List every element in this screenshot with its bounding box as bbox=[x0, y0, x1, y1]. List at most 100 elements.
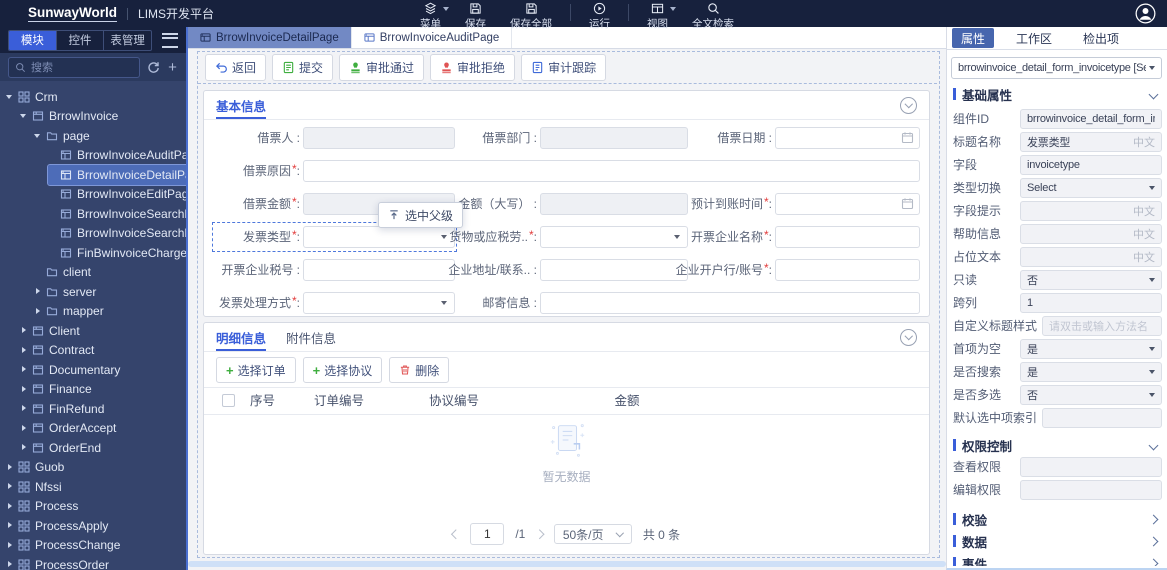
tree-item[interactable]: FinBwinvoiceChargeDetailPage bbox=[48, 243, 186, 263]
tree-item[interactable]: BrrowInvoiceDetailPage bbox=[46, 164, 186, 186]
header-action-save[interactable]: 保存 bbox=[465, 2, 486, 31]
property-input[interactable] bbox=[1020, 456, 1162, 477]
detail-button-plus-0[interactable]: 选择订单 bbox=[216, 357, 296, 383]
tree-item[interactable]: ProcessChange bbox=[6, 536, 128, 556]
expand-caret-icon[interactable] bbox=[34, 131, 43, 141]
property-input[interactable] bbox=[1042, 407, 1162, 428]
tree-item[interactable]: Guob bbox=[6, 458, 72, 478]
expand-caret-icon[interactable] bbox=[20, 365, 29, 375]
tab-attachment-info[interactable]: 附件信息 bbox=[286, 323, 336, 351]
expand-caret-icon[interactable] bbox=[6, 501, 15, 511]
select-parent-tooltip[interactable]: 选中父级 bbox=[378, 202, 464, 228]
property-input[interactable]: 中文 bbox=[1020, 200, 1162, 221]
add-icon[interactable] bbox=[167, 61, 178, 74]
expand-caret-icon[interactable] bbox=[6, 540, 15, 550]
toolbar-button-reject[interactable]: 审批拒绝 bbox=[430, 54, 516, 81]
expand-caret-icon[interactable] bbox=[20, 345, 29, 355]
select-field[interactable] bbox=[303, 292, 455, 314]
select-field[interactable] bbox=[540, 226, 688, 248]
tree-search-input[interactable]: 搜索 bbox=[8, 56, 140, 78]
expand-caret-icon[interactable] bbox=[6, 560, 15, 570]
expand-caret-icon[interactable] bbox=[6, 92, 15, 102]
tree-item[interactable]: Crm bbox=[6, 87, 66, 107]
section-header[interactable]: 基础属性 bbox=[953, 84, 1162, 104]
property-select[interactable]: 是 bbox=[1020, 338, 1162, 359]
property-input[interactable]: 1 bbox=[1020, 292, 1162, 313]
date-field[interactable] bbox=[775, 127, 920, 149]
tree-item[interactable]: Process bbox=[6, 497, 86, 517]
current-page-input[interactable]: 1 bbox=[470, 523, 505, 545]
tree-item[interactable]: OrderAccept bbox=[20, 419, 124, 439]
property-select[interactable]: 是 bbox=[1020, 361, 1162, 382]
select-all-checkbox[interactable] bbox=[222, 394, 235, 407]
expand-caret-icon[interactable] bbox=[20, 111, 29, 121]
tree-item[interactable]: ProcessOrder bbox=[6, 555, 117, 570]
toolbar-button-submit[interactable]: 提交 bbox=[272, 54, 334, 81]
section-header[interactable]: 数据 bbox=[953, 531, 1162, 551]
next-page-icon[interactable] bbox=[534, 529, 545, 539]
expand-caret-icon[interactable] bbox=[34, 287, 43, 297]
tree-item[interactable]: OrderEnd bbox=[20, 438, 109, 458]
sidebar-tab-2[interactable]: 表管理 bbox=[104, 31, 151, 50]
property-input[interactable]: 请双击或输入方法名 bbox=[1042, 315, 1162, 336]
tree-item[interactable]: ProcessApply bbox=[6, 516, 116, 536]
text-field[interactable] bbox=[775, 226, 920, 248]
property-input[interactable] bbox=[1020, 479, 1162, 500]
tree-item[interactable]: BrrowInvoiceAuditPage bbox=[48, 146, 186, 166]
property-input[interactable]: 发票类型 中文 bbox=[1020, 131, 1162, 152]
expand-caret-icon[interactable] bbox=[20, 384, 29, 394]
detail-button-plus-1[interactable]: 选择协议 bbox=[302, 357, 383, 383]
tab-detail-info[interactable]: 明细信息 bbox=[216, 323, 267, 351]
tree-item[interactable]: mapper bbox=[34, 302, 112, 322]
tree-item[interactable]: client bbox=[34, 263, 99, 283]
tree-item[interactable]: Nfssi bbox=[6, 477, 70, 497]
expand-caret-icon[interactable] bbox=[20, 404, 29, 414]
inspector-tab-0[interactable]: 属性 bbox=[952, 28, 995, 48]
hamburger-menu-icon[interactable] bbox=[162, 32, 178, 48]
text-field[interactable] bbox=[303, 259, 455, 281]
tree-item[interactable]: Documentary bbox=[20, 360, 128, 380]
inspector-tab-1[interactable]: 工作区 bbox=[1007, 28, 1061, 48]
expand-caret-icon[interactable] bbox=[6, 521, 15, 531]
editor-tab[interactable]: BrrowInvoiceDetailPage bbox=[188, 27, 352, 48]
header-action-search[interactable]: 全文检索 bbox=[692, 2, 734, 31]
property-select[interactable]: 否 bbox=[1020, 384, 1162, 405]
header-action-run[interactable]: 运行 bbox=[589, 2, 610, 31]
prev-page-icon[interactable] bbox=[451, 529, 461, 539]
property-select[interactable]: Select bbox=[1020, 177, 1162, 198]
date-field[interactable] bbox=[775, 193, 920, 215]
sidebar-tab-0[interactable]: 模块 bbox=[9, 30, 57, 50]
property-input[interactable]: 中文 bbox=[1020, 223, 1162, 244]
text-field[interactable] bbox=[540, 127, 688, 149]
property-input[interactable]: 中文 bbox=[1020, 246, 1162, 267]
expand-caret-icon[interactable] bbox=[20, 326, 29, 336]
section-header[interactable]: 事件 bbox=[953, 553, 1162, 566]
header-action-view[interactable]: 视图 bbox=[647, 2, 676, 31]
tab-basic-info[interactable]: 基本信息 bbox=[216, 91, 267, 119]
text-field[interactable] bbox=[540, 193, 688, 215]
detail-button-trash-2[interactable]: 删除 bbox=[389, 357, 450, 383]
refresh-icon[interactable] bbox=[147, 61, 160, 74]
text-field[interactable] bbox=[540, 292, 920, 314]
section-header[interactable]: 校验 bbox=[953, 509, 1162, 529]
component-selector[interactable]: brrowinvoice_detail_form_invoicetype [Se… bbox=[951, 57, 1162, 79]
tree-item[interactable]: BrrowInvoice bbox=[20, 107, 126, 127]
property-select[interactable]: 否 bbox=[1020, 269, 1162, 290]
tree-item[interactable]: Finance bbox=[20, 380, 100, 400]
sidebar-tab-1[interactable]: 控件 bbox=[57, 30, 105, 50]
expand-caret-icon[interactable] bbox=[6, 462, 15, 472]
tree-item[interactable]: Client bbox=[20, 321, 88, 341]
property-input[interactable]: invoicetype bbox=[1020, 154, 1162, 175]
section-header[interactable]: 权限控制 bbox=[953, 435, 1162, 455]
tree-item[interactable]: BrrowInvoiceEditPage bbox=[48, 185, 186, 205]
property-input[interactable]: brrowinvoice_detail_form_invoic bbox=[1020, 108, 1162, 129]
header-action-saveall[interactable]: 保存全部 bbox=[510, 2, 552, 31]
text-field[interactable] bbox=[303, 127, 455, 149]
expand-caret-icon[interactable] bbox=[34, 306, 43, 316]
expand-caret-icon[interactable] bbox=[6, 482, 15, 492]
toolbar-button-back[interactable]: 返回 bbox=[205, 54, 267, 81]
expand-caret-icon[interactable] bbox=[20, 423, 29, 433]
tree-item[interactable]: page bbox=[34, 126, 98, 146]
expand-caret-icon[interactable] bbox=[20, 443, 29, 453]
tree-item[interactable]: FinRefund bbox=[20, 399, 112, 419]
